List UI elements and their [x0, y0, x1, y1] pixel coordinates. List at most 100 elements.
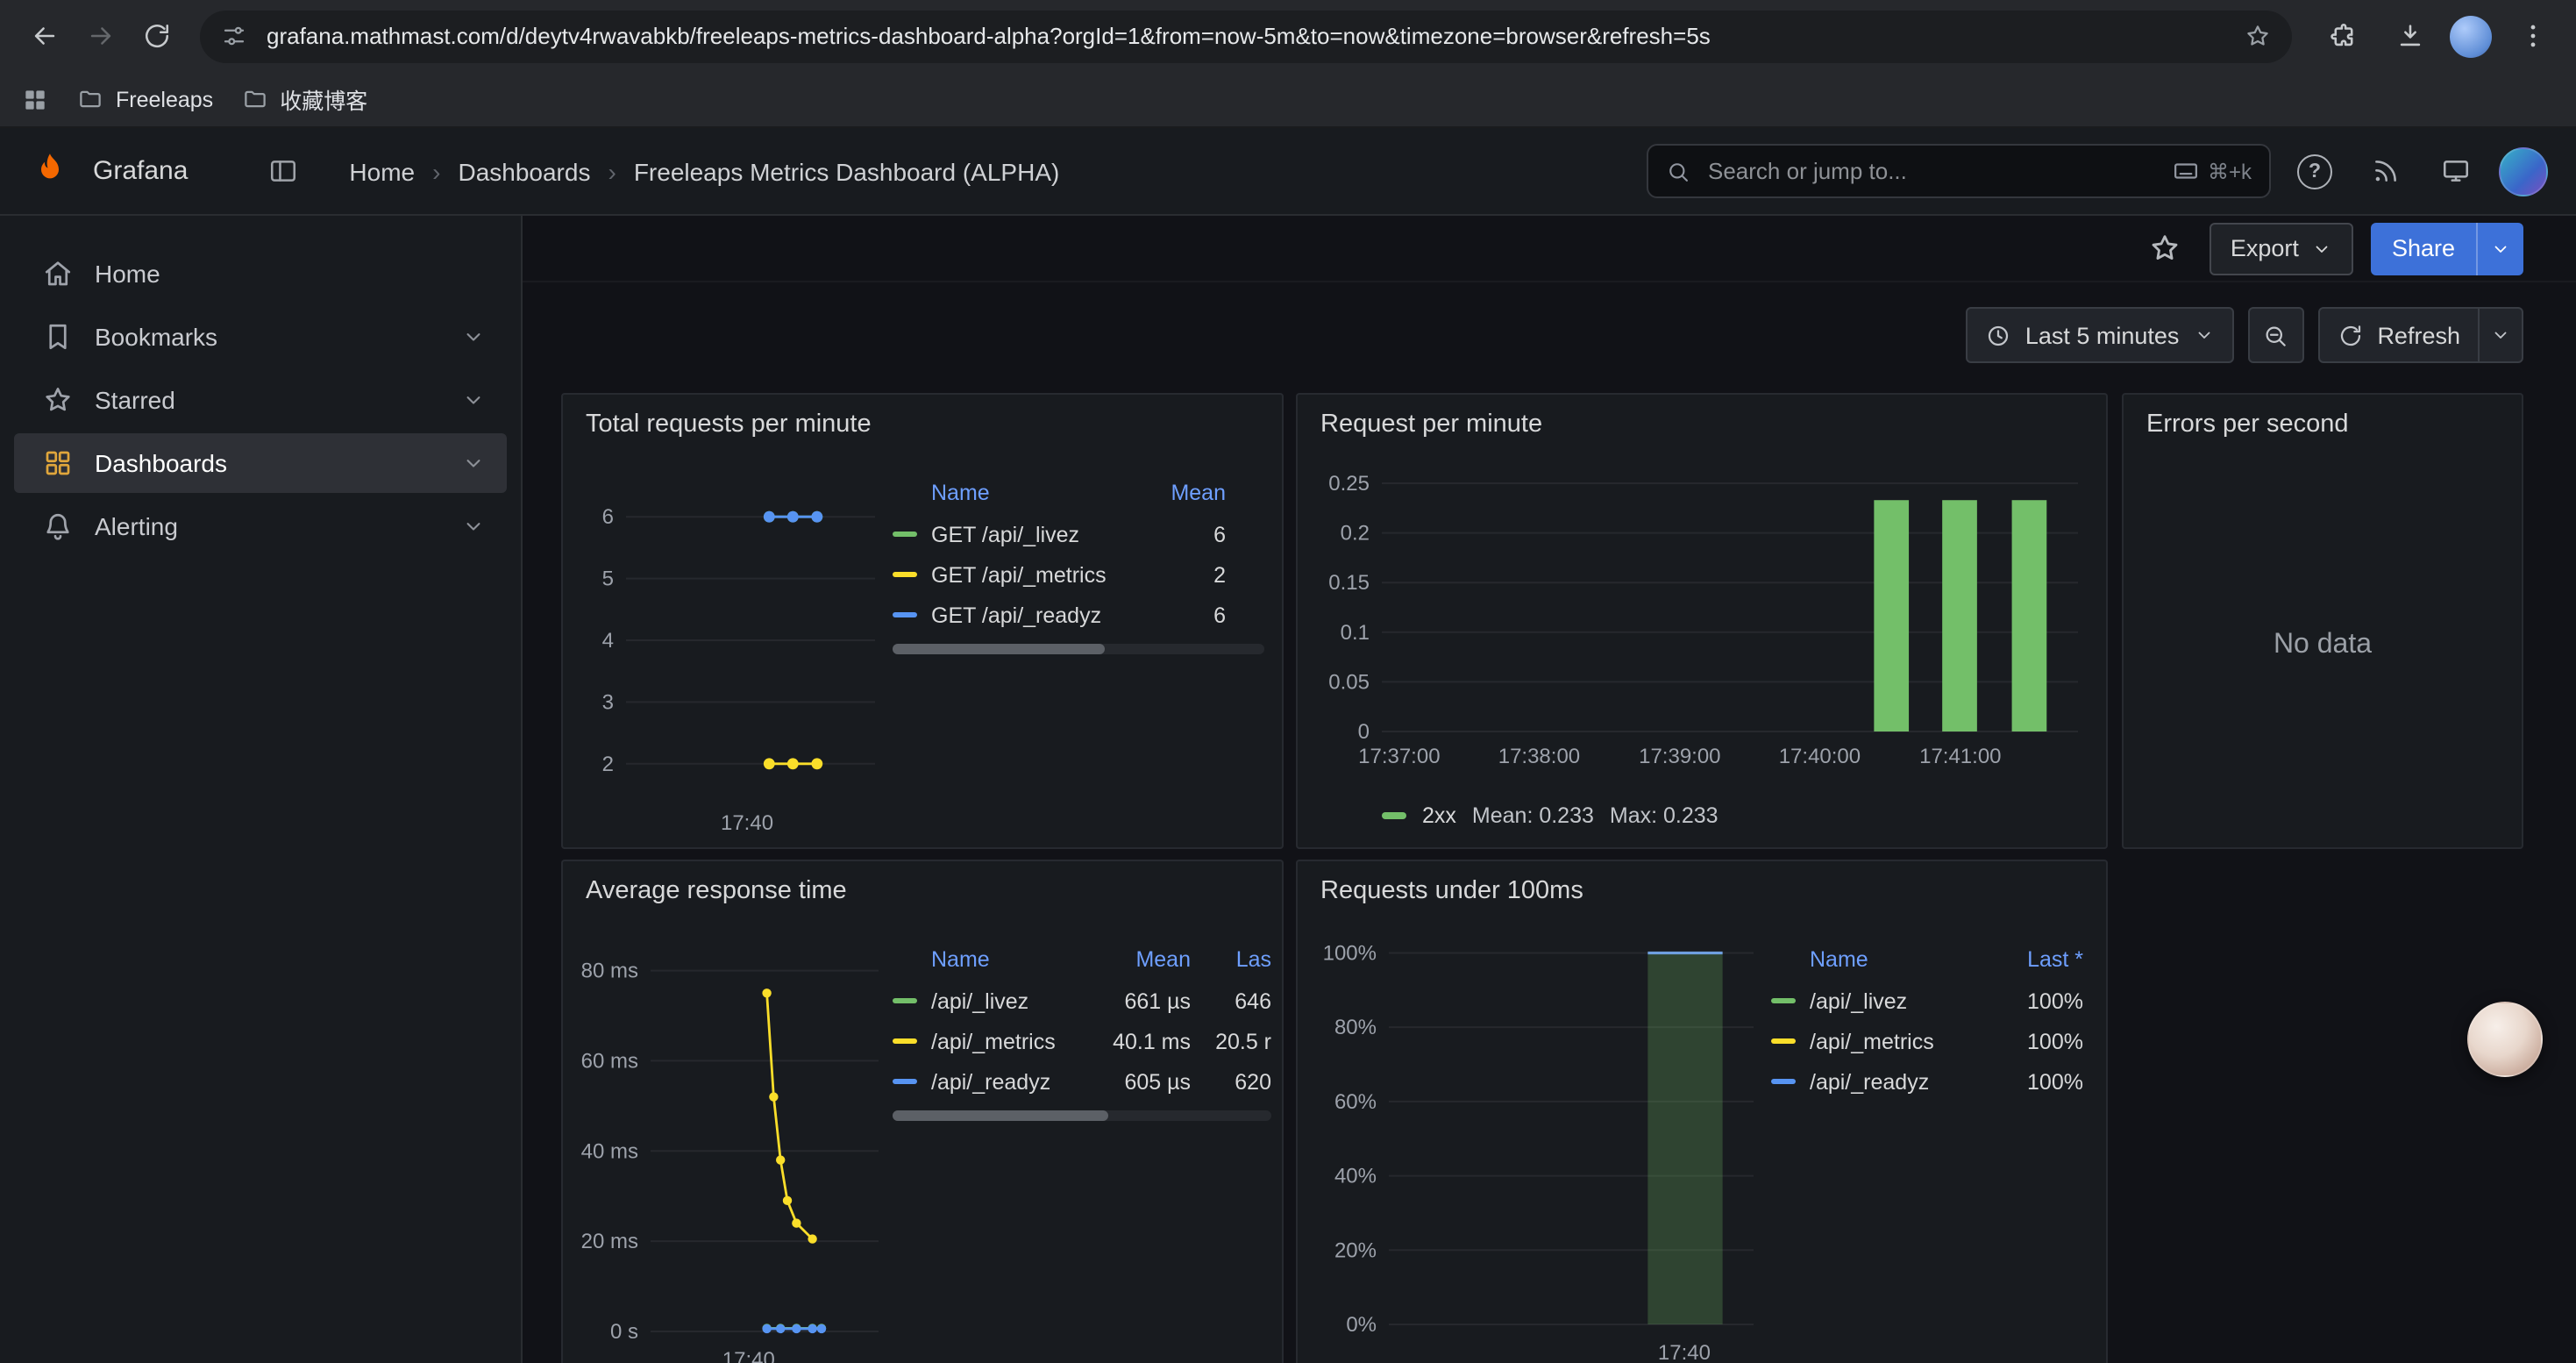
browser-window: Freeleaps 收藏博客 Grafana Home › Dashboards… [0, 0, 2576, 1363]
browser-profile-avatar[interactable] [2450, 15, 2492, 57]
bookmark-item-freeleaps[interactable]: Freeleaps [77, 86, 213, 112]
legend-scrollbar[interactable] [893, 644, 1264, 654]
puzzle-icon [2328, 21, 2358, 51]
chevron-down-icon[interactable] [461, 451, 486, 475]
panel-title[interactable]: Errors per second [2146, 410, 2349, 439]
scrollbar-thumb[interactable] [893, 1110, 1108, 1121]
back-button[interactable] [18, 10, 70, 62]
forward-button[interactable] [74, 10, 126, 62]
breadcrumb-dashboards[interactable]: Dashboards [458, 157, 590, 185]
search-input[interactable] [1704, 156, 2159, 186]
legend-header-last[interactable]: Last * [2003, 947, 2083, 972]
panel-title[interactable]: Request per minute [1320, 410, 1542, 439]
grafana-brand: Grafana [93, 156, 188, 186]
chevron-down-icon[interactable] [461, 325, 486, 349]
folder-icon [241, 86, 267, 112]
legend-scrollbar[interactable] [893, 1110, 1271, 1121]
legend-header-mean[interactable]: Mean [1124, 481, 1226, 505]
mega-menu-toggle[interactable] [258, 146, 307, 196]
help-button[interactable]: ? [2288, 145, 2341, 197]
reload-button[interactable] [130, 10, 182, 62]
series-name[interactable]: /api/_readyz [931, 1069, 1078, 1094]
assistant-avatar-bubble[interactable] [2467, 1002, 2543, 1077]
search-box[interactable]: ⌘+k [1647, 144, 2271, 198]
chevron-down-icon[interactable] [461, 388, 486, 412]
panel-title[interactable]: Requests under 100ms [1320, 877, 1583, 905]
series-name[interactable]: /api/_livez [1810, 988, 1989, 1013]
series-name[interactable]: /api/_metrics [931, 1029, 1078, 1053]
org-avatar[interactable] [2499, 146, 2548, 196]
series-last: 100% [2003, 1069, 2083, 1094]
errors-per-second-chart[interactable]: No data [2125, 447, 2520, 844]
series-name[interactable]: GET /api/_metrics [931, 562, 1110, 587]
sidebar-item-alerting[interactable]: Alerting [14, 496, 507, 556]
legend-row: /api/_readyz 100% [1771, 1061, 2083, 1102]
legend-header-name[interactable]: Name [1810, 947, 1989, 972]
svg-text:40 ms: 40 ms [581, 1139, 638, 1163]
sidebar: Home Bookmarks Starred Dashboards Alerti… [0, 216, 523, 1363]
average-response-time-chart[interactable]: 80 ms60 ms40 ms20 ms0 s17:40 [573, 938, 886, 1363]
panel-title[interactable]: Total requests per minute [586, 410, 872, 439]
sidebar-item-label: Bookmarks [95, 323, 440, 351]
legend-row: /api/_livez 100% [1771, 981, 2083, 1021]
bookmark-star-icon[interactable] [2245, 23, 2271, 49]
svg-text:0.25: 0.25 [1328, 472, 1370, 496]
downloads-button[interactable] [2383, 10, 2436, 62]
bookmark-label: 收藏博客 [280, 82, 367, 116]
panel-requests-under-100ms: Requests under 100ms 100%80%60%40%20%0%1… [1296, 860, 2108, 1363]
news-button[interactable] [2359, 145, 2411, 197]
legend-inline: 2xx Mean: 0.233 Max: 0.233 [1382, 803, 1719, 828]
svg-text:60%: 60% [1334, 1090, 1377, 1114]
bookmark-item-blogs[interactable]: 收藏博客 [241, 82, 367, 116]
series-name[interactable]: /api/_livez [931, 988, 1078, 1013]
legend-row: GET /api/_livez 6 [893, 514, 1264, 554]
panel-average-response-time: Average response time 80 ms60 ms40 ms20 … [561, 860, 1284, 1363]
star-icon [42, 384, 74, 416]
svg-text:6: 6 [602, 505, 614, 529]
series-color-dash [893, 998, 917, 1004]
sidebar-item-label: Starred [95, 386, 440, 414]
legend-header-name[interactable]: Name [931, 481, 1110, 505]
rss-icon [2370, 156, 2400, 186]
chevron-down-icon[interactable] [461, 514, 486, 539]
total-requests-chart[interactable]: 6543217:40 [573, 472, 886, 840]
site-settings-icon [221, 23, 247, 49]
download-icon [2395, 21, 2424, 51]
legend-header-name[interactable]: Name [931, 947, 1078, 972]
svg-text:80%: 80% [1334, 1016, 1377, 1039]
sidebar-item-starred[interactable]: Starred [14, 370, 507, 430]
extensions-button[interactable] [2316, 10, 2369, 62]
request-per-minute-chart[interactable]: 0.250.20.150.10.05017:37:0017:38:0017:39… [1312, 458, 2096, 774]
sidebar-item-home[interactable]: Home [14, 244, 507, 303]
requests-under-100ms-chart[interactable]: 100%80%60%40%20%0%17:40 [1312, 931, 1764, 1363]
series-last: 620 [1205, 1069, 1271, 1094]
series-name[interactable]: /api/_readyz [1810, 1069, 1989, 1094]
display-button[interactable] [2429, 145, 2481, 197]
series-name[interactable]: GET /api/_livez [931, 522, 1110, 546]
series-color-dash [1382, 813, 1406, 819]
legend-header-last[interactable]: Las [1205, 947, 1271, 972]
url-input[interactable] [263, 21, 2229, 51]
svg-text:0 s: 0 s [610, 1320, 638, 1344]
keyboard-icon [2173, 158, 2199, 184]
breadcrumb-home[interactable]: Home [349, 157, 415, 185]
series-name[interactable]: /api/_metrics [1810, 1029, 1989, 1053]
folder-icon [77, 86, 103, 112]
dashboard-main: Export Share Last 5 minutes [523, 216, 2576, 1363]
panel-title[interactable]: Average response time [586, 877, 847, 905]
reload-icon [141, 21, 171, 51]
legend-header-row: Name Mean [893, 472, 1264, 514]
scrollbar-thumb[interactable] [893, 644, 1105, 654]
address-bar[interactable] [200, 10, 2292, 62]
sidebar-item-dashboards[interactable]: Dashboards [14, 433, 507, 493]
svg-text:2: 2 [602, 753, 614, 776]
dock-panel-icon [267, 156, 297, 186]
svg-text:17:40: 17:40 [722, 1348, 775, 1363]
browser-menu-button[interactable] [2506, 10, 2558, 62]
legend-header-mean[interactable]: Mean [1092, 947, 1191, 972]
series-last: 100% [2003, 1029, 2083, 1053]
series-name[interactable]: GET /api/_readyz [931, 603, 1110, 627]
sidebar-item-bookmarks[interactable]: Bookmarks [14, 307, 507, 367]
series-name[interactable]: 2xx [1422, 803, 1456, 828]
apps-shortcut-button[interactable] [21, 85, 49, 113]
